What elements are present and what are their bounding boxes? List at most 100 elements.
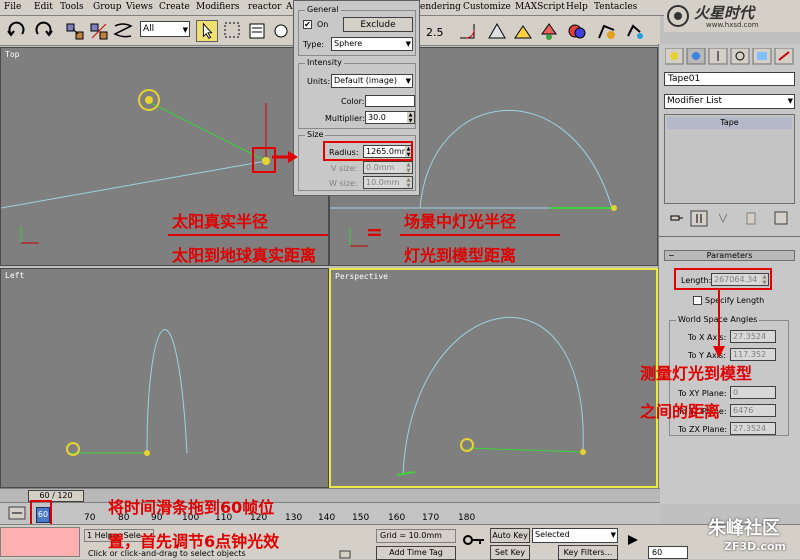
link-icon[interactable]	[64, 20, 86, 42]
perspective-view-scene	[396, 316, 586, 476]
motion-tab-icon	[730, 48, 750, 65]
units-dropdown[interactable]: Default (image) ▼	[331, 74, 413, 88]
snap-toggle-icon[interactable]: 2.5	[424, 20, 446, 42]
utilities-tab-icon	[774, 48, 794, 65]
mirror-icon[interactable]	[512, 20, 534, 42]
tick-label: 70	[84, 513, 96, 523]
type-dropdown-value: Sphere	[334, 39, 363, 48]
spinner-arrows-icon[interactable]: ▲ ▼	[405, 177, 412, 189]
pointer-arrow-icon	[272, 151, 298, 163]
select-region-icon[interactable]	[222, 20, 244, 42]
intensity-group-title: Intensity	[305, 58, 344, 67]
menu-rendering[interactable]: endering	[420, 2, 461, 12]
grid-size: Grid = 10.0mm	[376, 529, 456, 543]
hierarchy-tab-icon	[708, 48, 728, 65]
general-group: General ✔ On Exclude Type: Sphere ▼	[298, 5, 416, 56]
bind-spacewarp-icon[interactable]	[112, 20, 134, 42]
selection-filter-select[interactable]: All	[140, 21, 190, 37]
key-filters-button[interactable]: Key Filters...	[558, 545, 618, 560]
watermark-logo: 火星时代 www.hxsd.com	[664, 0, 800, 32]
object-name-field[interactable]: Tape01	[664, 72, 795, 86]
menu-edit[interactable]: Edit	[34, 2, 53, 12]
lock-selection-icon[interactable]	[338, 547, 352, 559]
auto-key-button[interactable]: Auto Key	[490, 528, 530, 543]
color-swatch[interactable]	[365, 95, 415, 107]
chevron-down-icon: ▼	[405, 40, 411, 48]
menu-animation[interactable]: A	[286, 2, 293, 12]
quick-render-icon[interactable]	[624, 20, 646, 42]
material-editor-icon[interactable]	[566, 20, 588, 42]
menu-views[interactable]: Views	[126, 2, 153, 12]
redo-icon[interactable]	[32, 20, 54, 42]
collapse-icon: −	[668, 251, 675, 260]
key-icon[interactable]	[462, 533, 486, 547]
percent-snap-icon[interactable]	[486, 20, 508, 42]
menu-tools[interactable]: Tools	[60, 2, 84, 12]
chevron-down-icon: ▼	[787, 97, 793, 105]
viewport-perspective[interactable]: Perspective	[329, 268, 658, 488]
vsize-label: V size:	[331, 164, 358, 173]
to-yz-plane-value: 6476	[733, 406, 754, 415]
vsize-value: 0.0mm	[366, 163, 395, 172]
track-bar[interactable]: 60 70 80 90 100 110 120 130 140 150 160 …	[0, 502, 660, 524]
exclude-button[interactable]: Exclude	[343, 17, 413, 32]
radius-highlight-box	[323, 141, 413, 161]
vsize-spinner[interactable]: 0.0mm ▲ ▼	[363, 161, 413, 174]
menu-create[interactable]: Create	[159, 2, 190, 12]
key-mode-dropdown[interactable]: Selected ▼	[532, 528, 618, 543]
modifier-list-dropdown[interactable]: Modifier List ▼	[664, 94, 795, 109]
annotation-drag-slider: 将时间滑条拖到60帧位	[108, 498, 275, 517]
time-slider-bar[interactable]: 60 / 120	[0, 488, 660, 502]
spinner-arrows-icon[interactable]: ▲ ▼	[405, 162, 412, 174]
annotation-sun-radius: 太阳真实半径	[172, 212, 269, 231]
mini-curve-editor-icon[interactable]	[8, 506, 28, 522]
pin-stack-icon	[670, 215, 683, 221]
angle-snap-icon[interactable]	[456, 20, 478, 42]
to-yz-plane-field: 6476	[730, 404, 776, 417]
wsize-label: W size:	[329, 179, 358, 188]
current-frame-field[interactable]: 60	[648, 546, 688, 559]
align-icon[interactable]	[538, 20, 560, 42]
tick-label: 160	[388, 513, 406, 523]
menu-reactor[interactable]: reactor	[248, 2, 281, 12]
viewport-left[interactable]: Left	[0, 268, 329, 488]
add-time-tag-button[interactable]: Add Time Tag	[376, 546, 456, 560]
render-scene-icon[interactable]	[596, 20, 618, 42]
undo-icon[interactable]	[6, 20, 28, 42]
stack-item-tape[interactable]: Tape	[667, 117, 792, 129]
maxscript-listener[interactable]	[0, 527, 80, 557]
command-tabs	[665, 48, 794, 65]
multiplier-spinner[interactable]: 30.0 ▲ ▼	[365, 111, 415, 124]
spinner-arrows-icon[interactable]: ▲ ▼	[407, 112, 414, 124]
to-zx-plane-label: To ZX Plane:	[678, 425, 728, 434]
to-x-axis-field: 27.3524	[730, 330, 776, 343]
tick-label: 130	[285, 513, 303, 523]
left-view-scene	[66, 329, 188, 456]
key-mode-value: Selected	[535, 530, 570, 539]
type-dropdown[interactable]: Sphere ▼	[331, 37, 413, 51]
window-crossing-icon[interactable]	[270, 20, 292, 42]
set-key-button[interactable]: Set Key	[490, 545, 530, 560]
wsize-spinner[interactable]: 10.0mm ▲ ▼	[363, 176, 413, 189]
multiplier-value: 30.0	[368, 113, 386, 122]
menu-tentacles[interactable]: Tentacles	[594, 2, 637, 12]
select-by-name-icon[interactable]	[246, 20, 268, 42]
specify-length-checkbox[interactable]	[693, 296, 702, 305]
menu-file[interactable]: File	[4, 2, 21, 12]
menu-modifiers[interactable]: Modifiers	[196, 2, 240, 12]
playback-controls[interactable]	[622, 529, 646, 559]
tick-label: 170	[422, 513, 440, 523]
to-zx-plane-value: 27.3524	[733, 424, 767, 433]
menu-group[interactable]: Group	[93, 2, 121, 12]
unlink-icon[interactable]	[88, 20, 110, 42]
tick-label: 140	[318, 513, 336, 523]
menu-maxscript[interactable]: MAXScript	[515, 2, 565, 12]
to-zx-plane-field: 27.3524	[730, 422, 776, 435]
on-checkbox[interactable]: ✔	[303, 20, 312, 29]
menu-customize[interactable]: Customize	[463, 2, 511, 12]
select-icon[interactable]	[196, 20, 218, 42]
menu-help[interactable]: Help	[566, 2, 588, 12]
parameters-rollout-header[interactable]: − Parameters	[664, 250, 795, 261]
display-tab-icon	[752, 48, 772, 65]
intensity-group: Intensity Units: Default (image) ▼ Color:…	[298, 58, 416, 129]
